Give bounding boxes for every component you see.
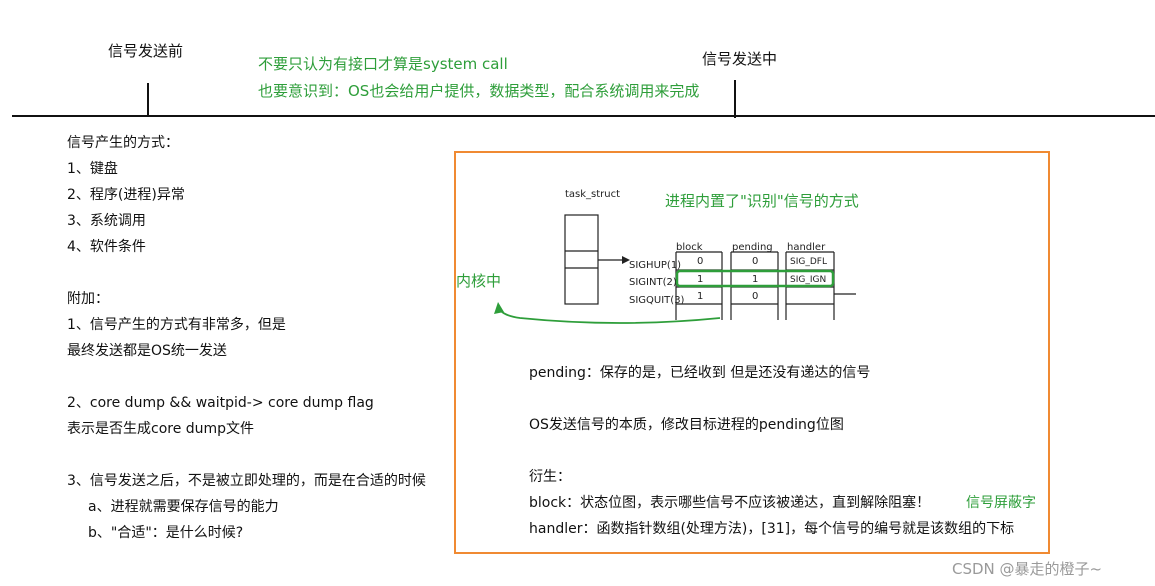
row-label: SIGHUP(1) bbox=[629, 260, 681, 271]
handler-cell: SIG_DFL bbox=[790, 257, 827, 267]
kernel-arrowhead bbox=[494, 302, 504, 314]
block-cell: 1 bbox=[697, 274, 703, 285]
col-header-pending: pending bbox=[732, 242, 773, 253]
kernel-curve-arrow bbox=[499, 309, 721, 324]
col-header-handler: handler bbox=[787, 242, 826, 253]
col-header-block: block bbox=[676, 242, 703, 253]
task-struct-box bbox=[564, 214, 599, 305]
handler-cell: SIG_IGN bbox=[790, 275, 826, 285]
pointer-arrow bbox=[598, 256, 630, 264]
signal-mask-note: 信号屏蔽字 bbox=[966, 495, 1036, 511]
block-cell: 0 bbox=[697, 256, 703, 267]
handler-description: handler：函数指针数组(处理方法)，[31]，每个信号的编号就是该数组的下… bbox=[529, 521, 1015, 537]
block-description: block：状态位图，表示哪些信号不应该被递达，直到解除阻塞！ bbox=[529, 495, 931, 511]
pending-cell: 0 bbox=[752, 291, 758, 302]
csdn-watermark: CSDN @暴走的橙子~ bbox=[952, 560, 1103, 578]
pending-cell: 0 bbox=[752, 256, 758, 267]
pending-cell: 1 bbox=[752, 274, 758, 285]
task-struct-label: task_struct bbox=[565, 189, 620, 200]
pending-description: pending：保存的是，已经收到 但是还没有递达的信号 bbox=[529, 365, 871, 381]
derive-label: 衍生： bbox=[529, 469, 571, 485]
os-send-description: OS发送信号的本质，修改目标进程的pending位图 bbox=[529, 417, 844, 433]
block-cell: 1 bbox=[697, 291, 703, 302]
row-label: SIGINT(2) bbox=[629, 277, 677, 288]
